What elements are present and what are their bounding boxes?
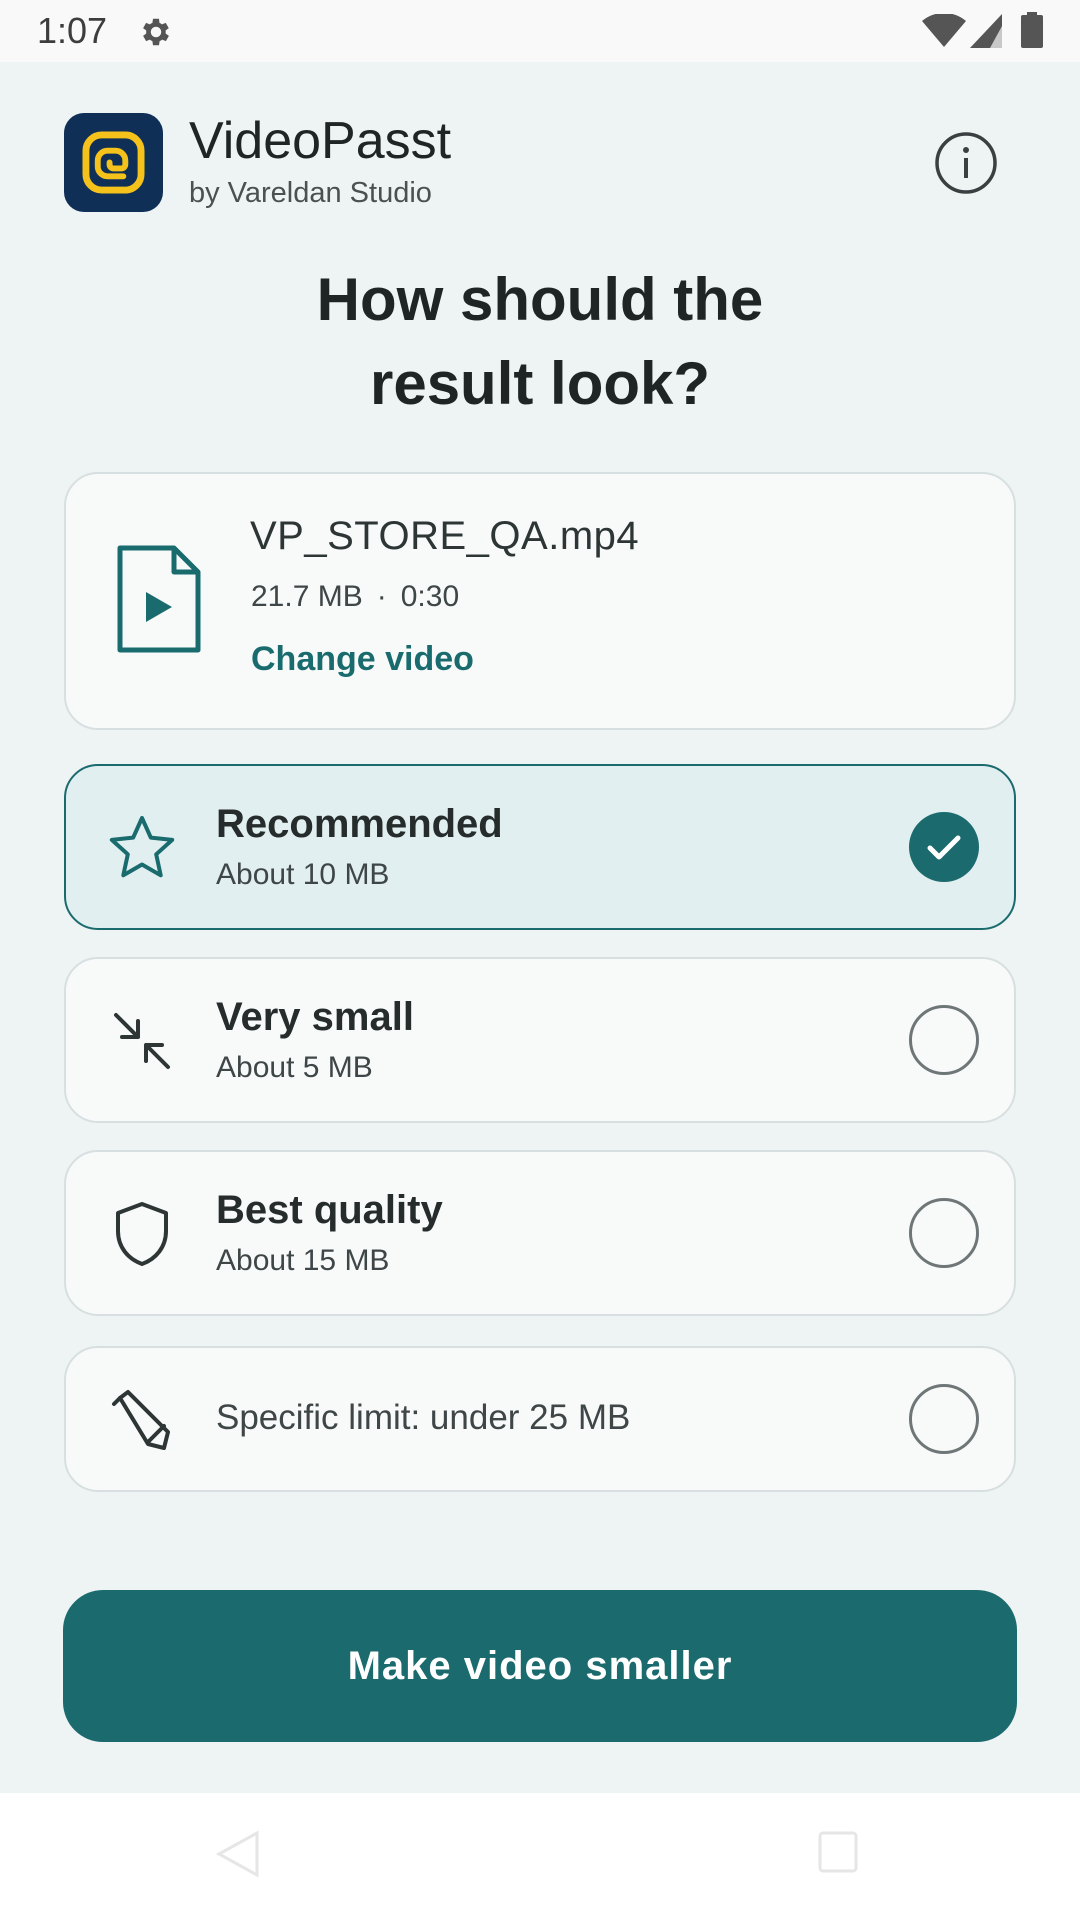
wifi-icon — [922, 14, 966, 47]
option-title: Best quality — [216, 1188, 443, 1232]
option-title: Very small — [216, 995, 414, 1039]
shield-icon — [116, 1202, 168, 1266]
option-subtitle: About 15 MB — [216, 1244, 390, 1277]
status-bar: 1:07 — [0, 0, 1080, 62]
star-icon — [109, 816, 175, 878]
app-logo-icon — [82, 131, 145, 194]
meta-separator: · — [376, 580, 387, 613]
change-video-link[interactable]: Change video — [251, 640, 474, 679]
option-specific-limit[interactable]: Specific limit: under 25 MB — [64, 1346, 1016, 1492]
make-video-smaller-button[interactable]: Make video smaller — [63, 1590, 1017, 1742]
battery-icon — [1021, 12, 1043, 48]
gear-icon — [143, 18, 169, 46]
page-title-line-1: How should the — [316, 266, 764, 333]
info-icon — [935, 132, 997, 194]
app-title: VideoPasst — [189, 112, 452, 170]
page-title: How should the result look? — [0, 258, 1080, 426]
status-time: 1:07 — [37, 10, 108, 51]
system-nav-bar — [0, 1793, 1080, 1920]
radio-selected[interactable] — [909, 812, 979, 882]
pencil-icon — [112, 1390, 170, 1450]
video-file-icon — [117, 545, 201, 653]
app-screen: VideoPasst by Vareldan Studio How should… — [0, 62, 1080, 1793]
radio-unselected[interactable] — [909, 1198, 979, 1268]
app-publisher: by Vareldan Studio — [189, 177, 432, 209]
option-very-small[interactable]: Very small About 5 MB — [64, 957, 1016, 1123]
option-best-quality[interactable]: Best quality About 15 MB — [64, 1150, 1016, 1316]
option-subtitle: About 10 MB — [216, 858, 390, 891]
info-button[interactable] — [933, 130, 999, 196]
file-duration: 0:30 — [400, 580, 460, 613]
file-name: VP_STORE_QA.mp4 — [250, 514, 640, 558]
radio-unselected[interactable] — [909, 1384, 979, 1454]
file-meta: 21.7 MB · 0:30 — [251, 580, 459, 614]
page-title-line-2: result look? — [369, 350, 711, 417]
back-icon[interactable] — [215, 1829, 259, 1879]
app-logo — [64, 113, 163, 212]
radio-unselected[interactable] — [909, 1005, 979, 1075]
cell-signal-icon — [970, 14, 1002, 48]
compress-arrows-icon — [114, 1013, 170, 1069]
option-label: Specific limit: under 25 MB — [216, 1398, 631, 1437]
option-recommended[interactable]: Recommended About 10 MB — [64, 764, 1016, 930]
file-size: 21.7 MB — [251, 580, 363, 613]
selected-file-card: VP_STORE_QA.mp4 21.7 MB · 0:30 Change vide… — [64, 472, 1016, 730]
option-subtitle: About 5 MB — [216, 1051, 373, 1084]
recents-icon[interactable] — [818, 1831, 858, 1873]
checkmark-icon — [927, 835, 961, 860]
option-title: Recommended — [216, 802, 503, 846]
